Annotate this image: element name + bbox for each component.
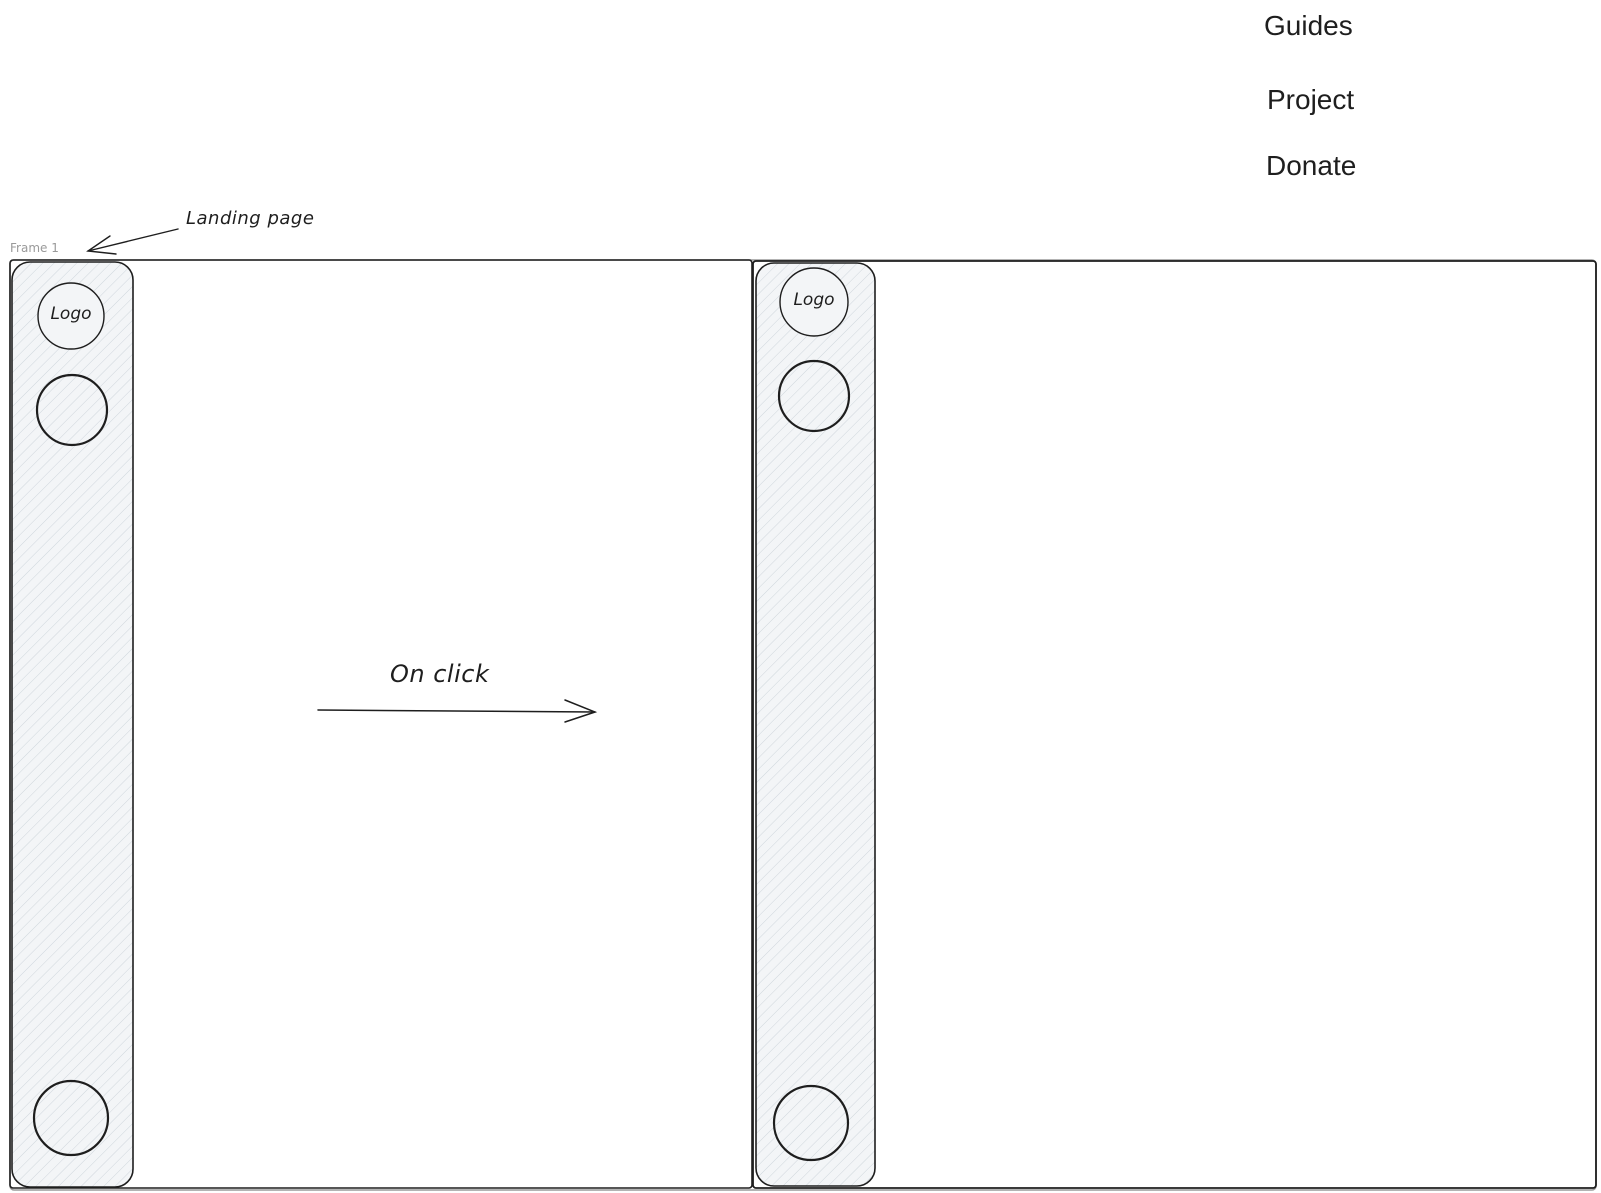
menu-item-donate[interactable]: Donate <box>1266 152 1356 180</box>
wireframe-canvas <box>9 228 1597 1191</box>
right-screen-outline <box>752 260 1597 1189</box>
menu-item-project[interactable]: Project <box>1267 86 1354 114</box>
right-logo-label: Logo <box>793 290 835 310</box>
frame-caption: Frame 1 <box>10 241 59 255</box>
menu-item-guides[interactable]: Guides <box>1264 12 1353 40</box>
right-sidebar <box>755 262 876 1187</box>
on-click-arrow-icon <box>317 699 598 723</box>
landing-page-annotation: Landing page <box>186 208 315 229</box>
left-sidebar <box>11 261 134 1188</box>
left-logo-label: Logo <box>50 304 92 324</box>
on-click-annotation: On click <box>390 660 490 688</box>
landing-page-arrow-icon <box>86 228 179 255</box>
